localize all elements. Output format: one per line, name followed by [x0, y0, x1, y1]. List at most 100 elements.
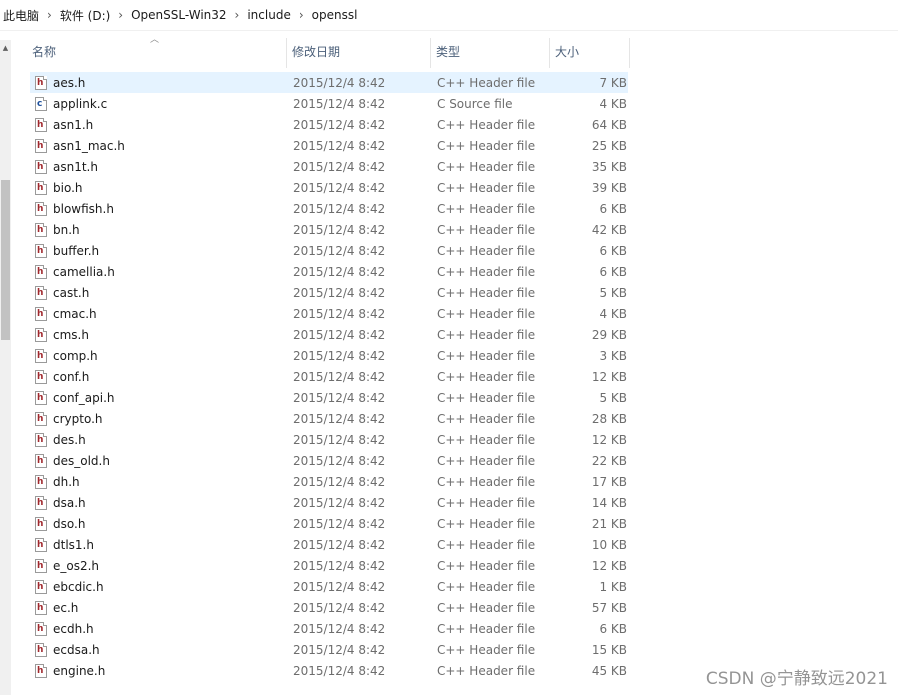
file-name-cell[interactable]: h dsa.h	[30, 495, 287, 510]
file-name-cell[interactable]: h dh.h	[30, 474, 287, 489]
file-name-cell[interactable]: h asn1.h	[30, 117, 287, 132]
file-row[interactable]: h crypto.h 2015/12/4 8:42 C++ Header file 28…	[30, 408, 628, 429]
scroll-up-arrow-icon[interactable]: ▲	[1, 43, 10, 53]
file-name: cms.h	[53, 327, 89, 342]
file-date: 2015/12/4 8:42	[293, 348, 386, 363]
file-row[interactable]: h asn1t.h 2015/12/4 8:42 C++ Header file 35 …	[30, 156, 628, 177]
file-row[interactable]: h cmac.h 2015/12/4 8:42 C++ Header file 4 KB	[30, 303, 628, 324]
file-type: C++ Header file	[437, 159, 536, 174]
file-name-cell[interactable]: h cast.h	[30, 285, 287, 300]
column-header-size[interactable]: 大小	[550, 38, 630, 68]
file-name-cell[interactable]: h blowfish.h	[30, 201, 287, 216]
file-row[interactable]: h des.h 2015/12/4 8:42 C++ Header file 12 KB	[30, 429, 628, 450]
breadcrumb-separator-icon[interactable]: ›	[47, 8, 52, 22]
file-size: 10 KB	[591, 537, 627, 552]
file-name-cell[interactable]: h bio.h	[30, 180, 287, 195]
file-name-cell[interactable]: h dtls1.h	[30, 537, 287, 552]
file-row[interactable]: h dsa.h 2015/12/4 8:42 C++ Header file 14 KB	[30, 492, 628, 513]
file-row[interactable]: h cast.h 2015/12/4 8:42 C++ Header file 5 KB	[30, 282, 628, 303]
file-name-cell[interactable]: h bn.h	[30, 222, 287, 237]
file-date: 2015/12/4 8:42	[293, 159, 386, 174]
vertical-scrollbar[interactable]: ▲	[0, 40, 11, 695]
file-row[interactable]: h engine.h 2015/12/4 8:42 C++ Header file 45…	[30, 660, 628, 681]
file-row[interactable]: h ebcdic.h 2015/12/4 8:42 C++ Header file 1 …	[30, 576, 628, 597]
file-name-cell[interactable]: h ecdsa.h	[30, 642, 287, 657]
file-type: C++ Header file	[437, 390, 536, 405]
column-header-date[interactable]: 修改日期	[287, 38, 431, 68]
file-name-cell[interactable]: h camellia.h	[30, 264, 287, 279]
file-date: 2015/12/4 8:42	[293, 642, 386, 657]
file-row[interactable]: h ec.h 2015/12/4 8:42 C++ Header file 57 KB	[30, 597, 628, 618]
file-name-cell[interactable]: h conf_api.h	[30, 390, 287, 405]
column-header-name[interactable]: ︿ 名称	[27, 35, 287, 68]
file-name-cell[interactable]: h crypto.h	[30, 411, 287, 426]
file-name-cell[interactable]: h ec.h	[30, 600, 287, 615]
breadcrumb-separator-icon[interactable]: ›	[118, 8, 123, 22]
c-file-icon: c	[35, 96, 47, 111]
h-file-icon: h	[35, 390, 47, 405]
file-row[interactable]: h buffer.h 2015/12/4 8:42 C++ Header file 6 …	[30, 240, 628, 261]
breadcrumb-item[interactable]: 软件 (D:)	[60, 7, 110, 24]
file-name-cell[interactable]: h conf.h	[30, 369, 287, 384]
file-name-cell[interactable]: h e_os2.h	[30, 558, 287, 573]
file-date: 2015/12/4 8:42	[293, 369, 386, 384]
file-name-cell[interactable]: h cmac.h	[30, 306, 287, 321]
file-date: 2015/12/4 8:42	[293, 75, 386, 90]
file-date: 2015/12/4 8:42	[293, 201, 386, 216]
file-row[interactable]: h bio.h 2015/12/4 8:42 C++ Header file 39 KB	[30, 177, 628, 198]
file-name-cell[interactable]: h engine.h	[30, 663, 287, 678]
breadcrumb-item[interactable]: OpenSSL-Win32	[131, 8, 226, 22]
file-date: 2015/12/4 8:42	[293, 180, 386, 195]
file-size: 3 KB	[599, 348, 627, 363]
breadcrumb-separator-icon[interactable]: ›	[235, 8, 240, 22]
file-row[interactable]: h cms.h 2015/12/4 8:42 C++ Header file 29 KB	[30, 324, 628, 345]
file-name-cell[interactable]: h aes.h	[30, 75, 287, 90]
file-row[interactable]: h dtls1.h 2015/12/4 8:42 C++ Header file 10 …	[30, 534, 628, 555]
file-row[interactable]: h blowfish.h 2015/12/4 8:42 C++ Header file…	[30, 198, 628, 219]
scrollbar-thumb[interactable]	[1, 180, 10, 340]
file-row[interactable]: h des_old.h 2015/12/4 8:42 C++ Header file 2…	[30, 450, 628, 471]
breadcrumb-item[interactable]: include	[247, 8, 290, 22]
file-name-cell[interactable]: h dso.h	[30, 516, 287, 531]
file-date: 2015/12/4 8:42	[293, 600, 386, 615]
file-name-cell[interactable]: h des.h	[30, 432, 287, 447]
breadcrumb-item[interactable]: 此电脑	[3, 7, 39, 24]
file-type: C++ Header file	[437, 537, 536, 552]
file-name-cell[interactable]: h cms.h	[30, 327, 287, 342]
file-name: ebcdic.h	[53, 579, 104, 594]
file-row[interactable]: h comp.h 2015/12/4 8:42 C++ Header file 3 KB	[30, 345, 628, 366]
file-type: C++ Header file	[437, 600, 536, 615]
file-row[interactable]: h camellia.h 2015/12/4 8:42 C++ Header file…	[30, 261, 628, 282]
h-file-icon: h	[35, 621, 47, 636]
file-name-cell[interactable]: c applink.c	[30, 96, 287, 111]
file-row[interactable]: h conf.h 2015/12/4 8:42 C++ Header file 12 K…	[30, 366, 628, 387]
file-row[interactable]: h asn1_mac.h 2015/12/4 8:42 C++ Header file…	[30, 135, 628, 156]
file-name-cell[interactable]: h comp.h	[30, 348, 287, 363]
file-row[interactable]: h dso.h 2015/12/4 8:42 C++ Header file 21 KB	[30, 513, 628, 534]
h-file-icon: h	[35, 642, 47, 657]
file-name: asn1t.h	[53, 159, 98, 174]
file-type: C++ Header file	[437, 558, 536, 573]
file-row[interactable]: c applink.c 2015/12/4 8:42 C Source file 4 K…	[30, 93, 628, 114]
file-row[interactable]: h e_os2.h 2015/12/4 8:42 C++ Header file 12 …	[30, 555, 628, 576]
file-name: dtls1.h	[53, 537, 94, 552]
file-row[interactable]: h conf_api.h 2015/12/4 8:42 C++ Header file…	[30, 387, 628, 408]
file-name-cell[interactable]: h ecdh.h	[30, 621, 287, 636]
file-name-cell[interactable]: h des_old.h	[30, 453, 287, 468]
file-name-cell[interactable]: h buffer.h	[30, 243, 287, 258]
column-header-type[interactable]: 类型	[431, 38, 550, 68]
breadcrumb-separator-icon[interactable]: ›	[299, 8, 304, 22]
file-name-cell[interactable]: h asn1_mac.h	[30, 138, 287, 153]
file-row[interactable]: h aes.h 2015/12/4 8:42 C++ Header file 7 KB	[30, 72, 628, 93]
file-size: 12 KB	[591, 558, 627, 573]
file-row[interactable]: h bn.h 2015/12/4 8:42 C++ Header file 42 KB	[30, 219, 628, 240]
file-size: 12 KB	[591, 369, 627, 384]
breadcrumb-item[interactable]: openssl	[312, 8, 358, 22]
file-row[interactable]: h ecdsa.h 2015/12/4 8:42 C++ Header file 15 …	[30, 639, 628, 660]
file-name-cell[interactable]: h asn1t.h	[30, 159, 287, 174]
file-size: 29 KB	[591, 327, 627, 342]
file-row[interactable]: h ecdh.h 2015/12/4 8:42 C++ Header file 6 KB	[30, 618, 628, 639]
file-name-cell[interactable]: h ebcdic.h	[30, 579, 287, 594]
file-row[interactable]: h asn1.h 2015/12/4 8:42 C++ Header file 64 K…	[30, 114, 628, 135]
file-row[interactable]: h dh.h 2015/12/4 8:42 C++ Header file 17 KB	[30, 471, 628, 492]
